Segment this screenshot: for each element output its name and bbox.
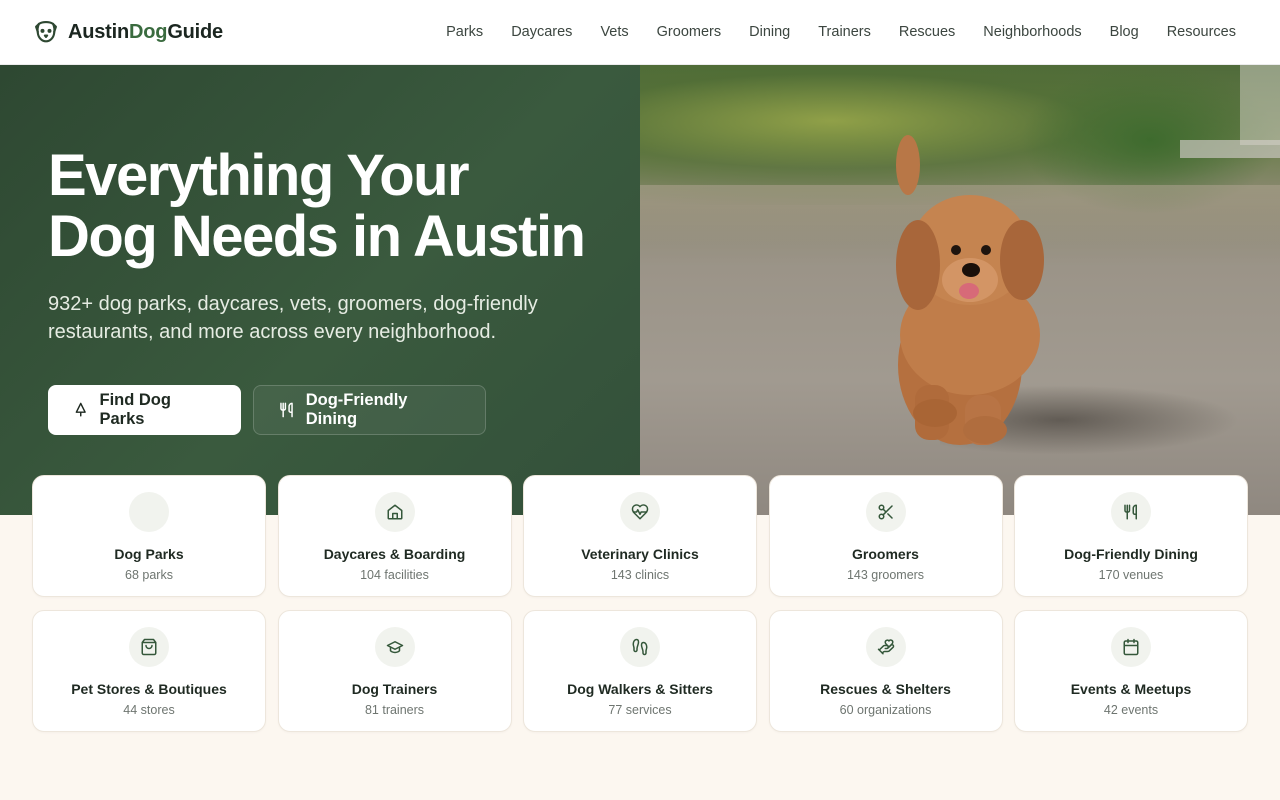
category-count: 42 events [1103,703,1159,717]
dog-face-icon [35,21,57,43]
category-card-trainers[interactable]: Dog Trainers 81 trainers [277,610,512,732]
graduation-cap-icon [386,641,403,654]
brand-logo-link[interactable]: AustinDogGuide [32,18,223,46]
nav-link-rescues[interactable]: Rescues [899,24,955,40]
brand-name: AustinDogGuide [68,20,223,43]
category-title: Pet Stores & Boutiques [71,681,227,697]
hero-title: Everything Your Dog Needs in Austin [48,143,586,269]
nav-link-daycares[interactable]: Daycares [511,24,572,40]
category-count: 81 trainers [364,703,425,717]
category-card-dog-parks[interactable]: Dog Parks 68 parks [32,475,266,597]
category-count: 68 parks [125,568,173,582]
category-title: Dog Walkers & Sitters [567,681,713,697]
main-nav: Parks Daycares Vets Groomers Dining Trai… [446,24,1236,40]
category-count: 77 services [608,703,672,717]
nav-link-parks[interactable]: Parks [446,24,483,40]
category-card-pet-stores[interactable]: Pet Stores & Boutiques 44 stores [32,610,266,732]
nav-link-trainers[interactable]: Trainers [818,24,871,40]
site-header: AustinDogGuide Parks Daycares Vets Groom… [0,0,1280,65]
category-count: 104 facilities [360,568,429,582]
heart-pulse-icon [631,504,649,520]
category-count: 143 clinics [610,568,670,582]
hero-subtitle: 932+ dog parks, daycares, vets, groomers… [48,293,538,343]
category-card-walkers[interactable]: Dog Walkers & Sitters 77 services [523,610,757,732]
nav-link-vets[interactable]: Vets [600,24,628,40]
category-title: Dog Parks [114,546,184,562]
category-title: Veterinary Clinics [581,546,699,562]
category-card-daycares[interactable]: Daycares & Boarding 104 facilities [277,475,512,597]
category-icon-placeholder [129,492,169,532]
category-count: 44 stores [123,703,175,717]
nav-link-blog[interactable]: Blog [1110,24,1139,40]
category-card-dining[interactable]: Dog-Friendly Dining 170 venues [1014,475,1248,597]
category-title: Groomers [852,546,919,562]
nav-link-groomers[interactable]: Groomers [657,24,721,40]
category-title: Events & Meetups [1070,681,1192,697]
hero-dog-photo [640,65,1280,515]
category-count: 143 groomers [846,568,925,582]
category-card-groomers[interactable]: Groomers 143 groomers [768,475,1003,597]
hand-heart-icon [877,639,894,655]
nav-link-neighborhoods[interactable]: Neighborhoods [983,24,1081,40]
tree-icon [75,402,86,417]
category-count: 170 venues [1098,568,1164,582]
category-card-events[interactable]: Events & Meetups 42 events [1014,610,1248,732]
category-title: Rescues & Shelters [820,681,951,697]
scissors-icon [878,504,893,520]
nav-link-dining[interactable]: Dining [749,24,790,40]
category-title: Dog-Friendly Dining [1064,546,1198,562]
utensils-icon [1124,504,1137,520]
find-dog-parks-label: Find Dog Parks [99,391,171,428]
category-grid: Dog Parks 68 parks Daycares & Boarding 1… [32,475,1248,732]
category-card-vets[interactable]: Veterinary Clinics 143 clinics [523,475,757,597]
category-card-rescues[interactable]: Rescues & Shelters 60 organizations [768,610,1003,732]
category-title: Dog Trainers [351,681,438,697]
shopping-bag-icon [141,638,157,656]
footprints-icon [632,638,648,656]
utensils-icon [280,402,293,418]
category-count: 60 organizations [839,703,932,717]
dog-friendly-dining-button[interactable]: Dog-Friendly Dining [253,385,486,435]
category-title: Daycares & Boarding [323,546,466,562]
home-icon [387,504,402,520]
find-dog-parks-button[interactable]: Find Dog Parks [48,385,241,435]
calendar-icon [1123,638,1139,656]
nav-link-resources[interactable]: Resources [1167,24,1236,40]
dog-friendly-dining-label: Dog-Friendly Dining [305,391,408,428]
dog-figure [896,135,1044,445]
